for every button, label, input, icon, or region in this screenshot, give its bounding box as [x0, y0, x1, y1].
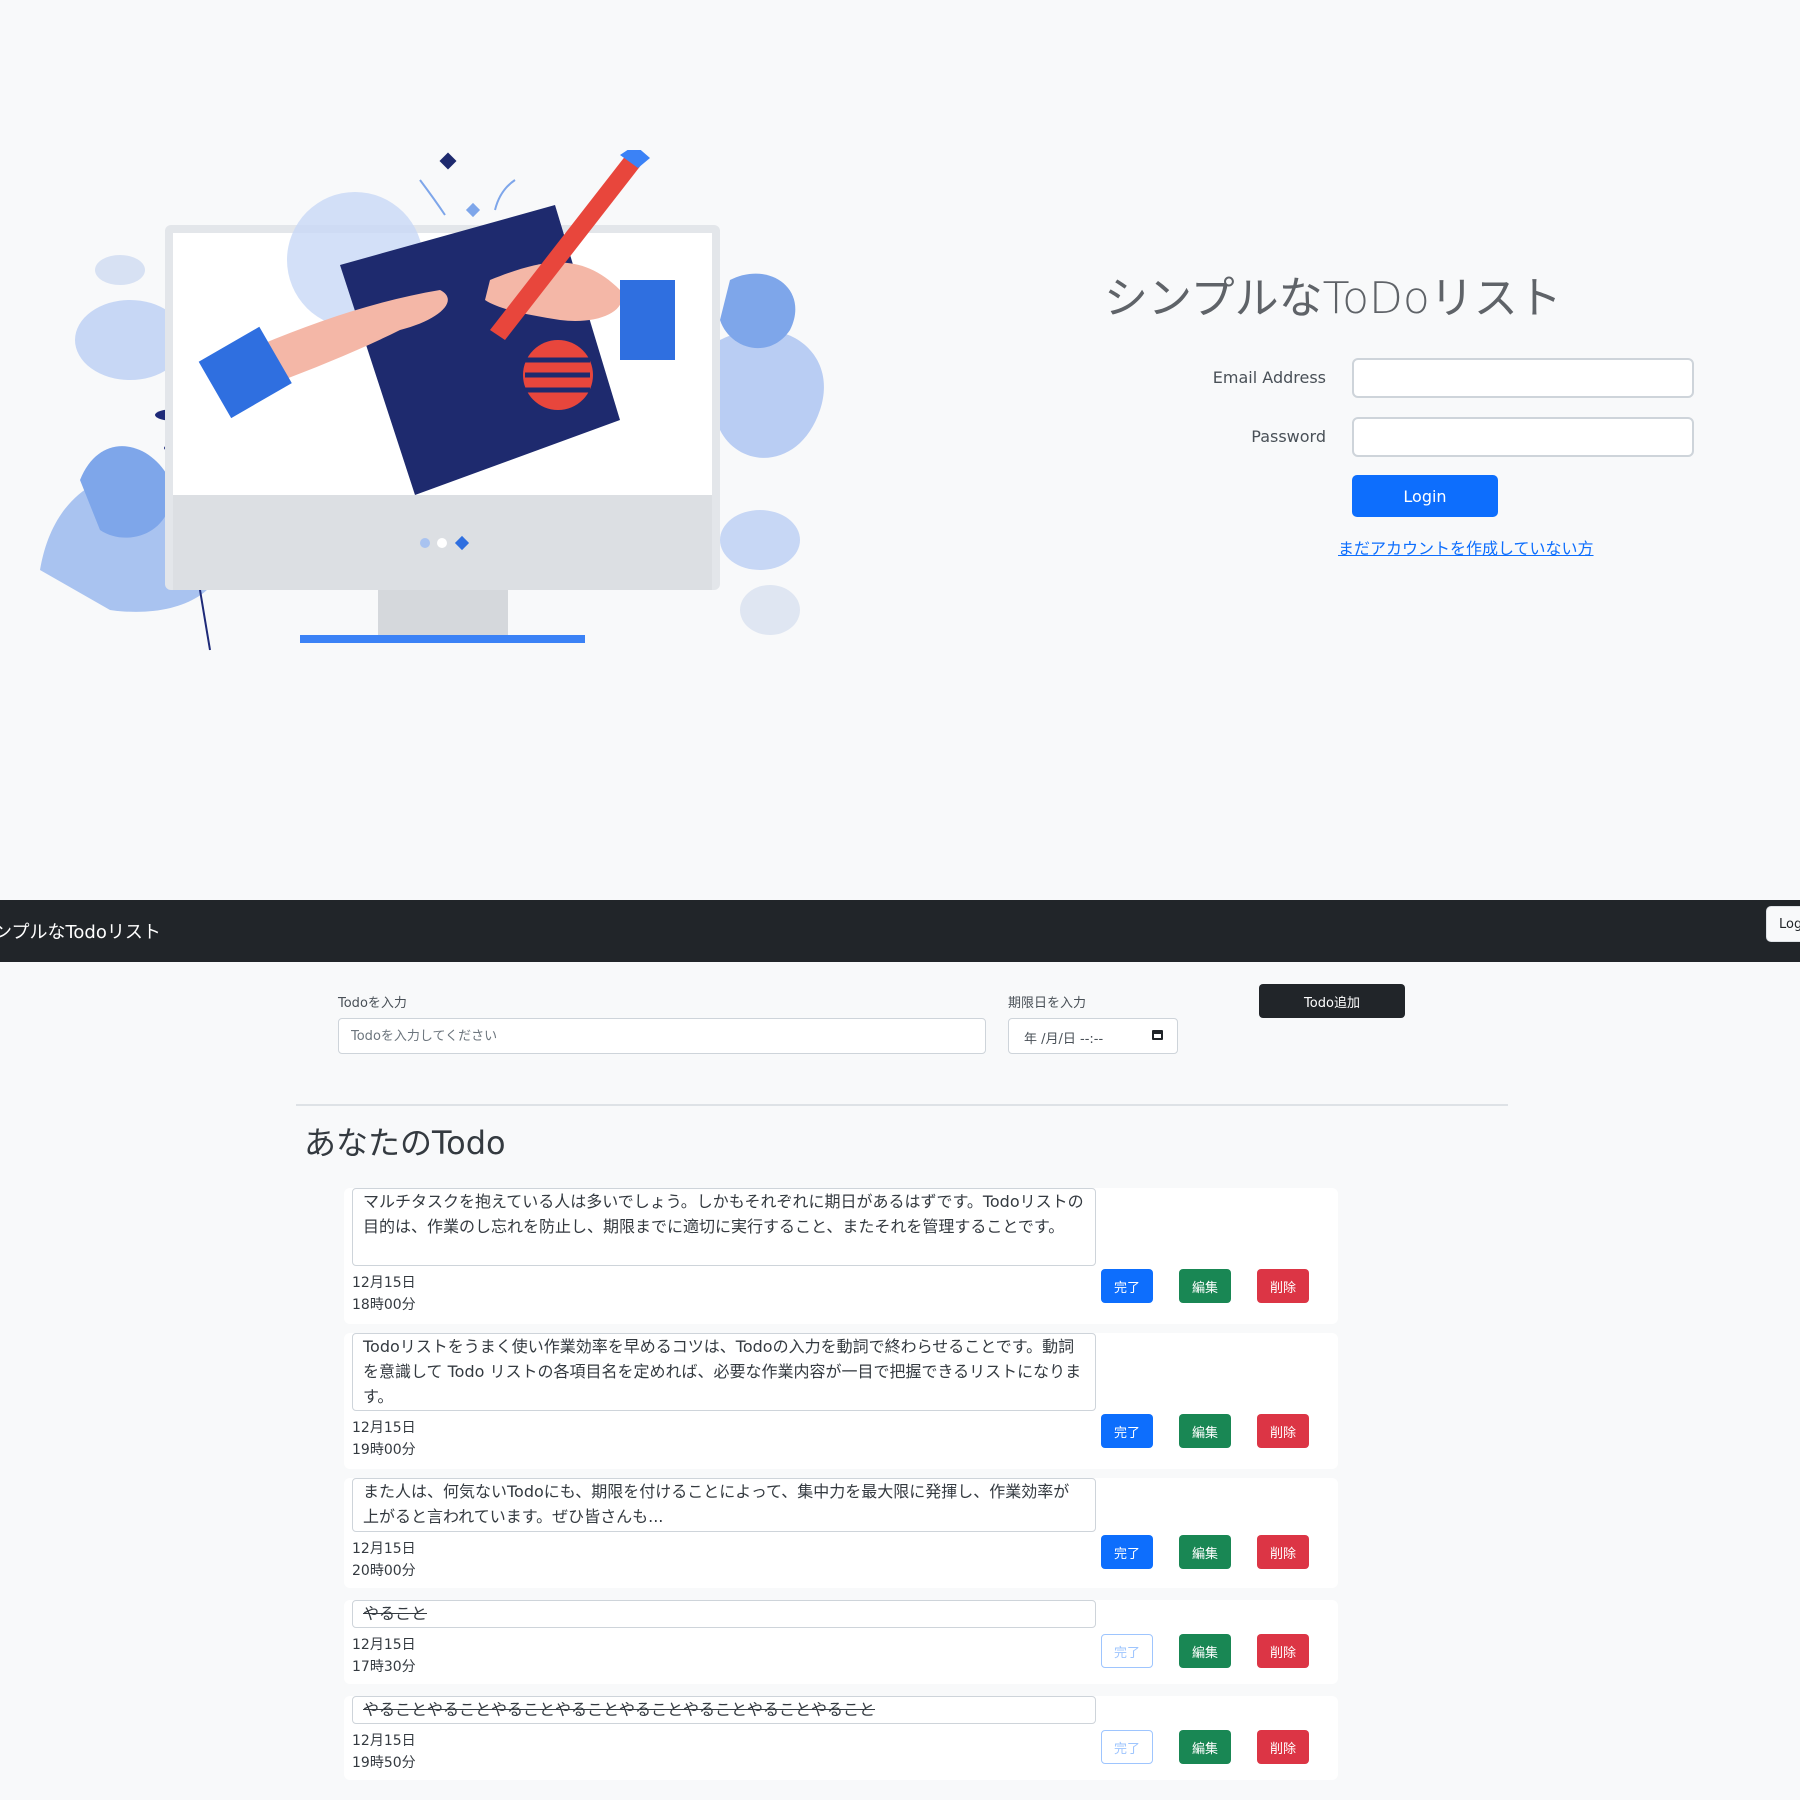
- navbar: シンプルなTodoリスト Logout: [0, 900, 1800, 962]
- todo-date: 12月15日: [352, 1275, 416, 1291]
- add-todo-button[interactable]: Todo追加: [1259, 984, 1405, 1018]
- password-label: Password: [1251, 427, 1326, 446]
- email-field[interactable]: [1352, 358, 1694, 398]
- login-section: シンプルなToDoリスト Email Address Password Logi…: [0, 0, 1800, 900]
- todo-input-label: Todoを入力: [338, 996, 407, 1011]
- todo-time: 19時00分: [352, 1442, 416, 1458]
- todo-item: Todoリストをうまく使い作業効率を早めるコツは、Todoの入力を動詞で終わらせ…: [344, 1333, 1338, 1469]
- todo-time: 18時00分: [352, 1297, 416, 1313]
- todo-input[interactable]: [338, 1018, 986, 1054]
- delete-button[interactable]: 削除: [1257, 1634, 1309, 1668]
- email-label: Email Address: [1212, 368, 1326, 387]
- delete-button[interactable]: 削除: [1257, 1269, 1309, 1303]
- todo-date: 12月15日: [352, 1541, 416, 1557]
- delete-button[interactable]: 削除: [1257, 1535, 1309, 1569]
- todo-item: マルチタスクを抱えている人は多いでしょう。しかもそれぞれに期日があるはずです。T…: [344, 1188, 1338, 1324]
- todo-text[interactable]: また人は、何気ないTodoにも、期限を付けることによって、集中力を最大限に発揮し…: [352, 1478, 1096, 1532]
- complete-button[interactable]: 完了: [1101, 1535, 1153, 1569]
- complete-button[interactable]: 完了: [1101, 1414, 1153, 1448]
- todo-app-section: シンプルなTodoリスト Logout Todoを入力 期限日を入力 年 /月/…: [0, 900, 1800, 1800]
- edit-button[interactable]: 編集: [1179, 1269, 1231, 1303]
- todo-date: 12月15日: [352, 1733, 416, 1749]
- login-title: シンプルなToDoリスト: [1104, 273, 1562, 324]
- due-date-placeholder: 年 /月/日 --:--: [1024, 1032, 1104, 1047]
- signup-link[interactable]: まだアカウントを作成していない方: [1338, 535, 1594, 559]
- todo-text[interactable]: マルチタスクを抱えている人は多いでしょう。しかもそれぞれに期日があるはずです。T…: [352, 1188, 1096, 1266]
- todo-text[interactable]: やること: [352, 1600, 1096, 1628]
- delete-button[interactable]: 削除: [1257, 1414, 1309, 1448]
- hero-illustration: [40, 150, 824, 651]
- login-button[interactable]: Login: [1352, 475, 1498, 517]
- divider: [296, 1104, 1508, 1106]
- delete-button[interactable]: 削除: [1257, 1730, 1309, 1764]
- todo-date: 12月15日: [352, 1637, 416, 1653]
- todo-item: やること 12月15日 17時30分 完了 編集 削除: [344, 1600, 1338, 1684]
- edit-button[interactable]: 編集: [1179, 1535, 1231, 1569]
- due-date-label: 期限日を入力: [1008, 996, 1087, 1011]
- due-date-input[interactable]: 年 /月/日 --:--: [1008, 1018, 1178, 1054]
- todo-time: 20時00分: [352, 1563, 416, 1579]
- edit-button[interactable]: 編集: [1179, 1730, 1231, 1764]
- todo-time: 17時30分: [352, 1659, 416, 1675]
- edit-button[interactable]: 編集: [1179, 1634, 1231, 1668]
- todo-time: 19時50分: [352, 1755, 416, 1771]
- todo-item: やることやることやることやることやることやることやることやること 12月15日 …: [344, 1696, 1338, 1780]
- logout-button[interactable]: Logout: [1766, 906, 1800, 942]
- todo-list-title: あなたのTodo: [304, 1124, 506, 1162]
- complete-button[interactable]: 完了: [1101, 1634, 1153, 1668]
- password-field[interactable]: [1352, 417, 1694, 457]
- todo-item: また人は、何気ないTodoにも、期限を付けることによって、集中力を最大限に発揮し…: [344, 1478, 1338, 1588]
- navbar-brand[interactable]: シンプルなTodoリスト: [0, 918, 161, 944]
- complete-button[interactable]: 完了: [1101, 1269, 1153, 1303]
- todo-text[interactable]: Todoリストをうまく使い作業効率を早めるコツは、Todoの入力を動詞で終わらせ…: [352, 1333, 1096, 1411]
- complete-button[interactable]: 完了: [1101, 1730, 1153, 1764]
- todo-date: 12月15日: [352, 1420, 416, 1436]
- edit-button[interactable]: 編集: [1179, 1414, 1231, 1448]
- todo-text[interactable]: やることやることやることやることやることやることやることやること: [352, 1696, 1096, 1724]
- calendar-icon[interactable]: [1152, 1030, 1163, 1040]
